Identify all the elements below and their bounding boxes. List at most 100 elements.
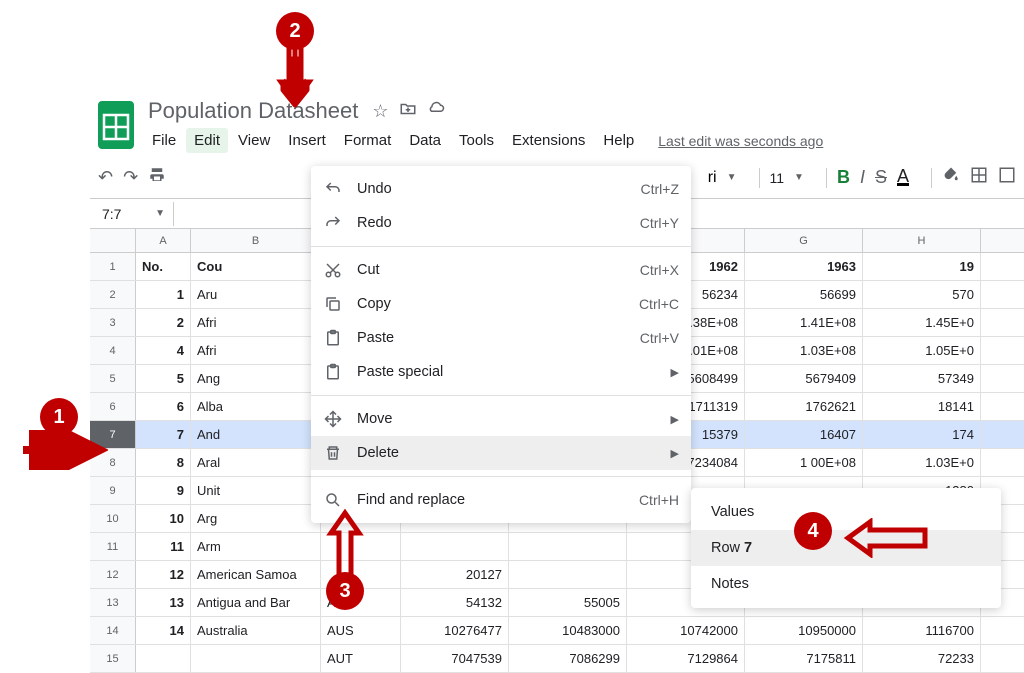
menu-insert[interactable]: Insert xyxy=(280,128,334,153)
menu-item-redo[interactable]: RedoCtrl+Y xyxy=(311,206,691,240)
cell[interactable] xyxy=(401,533,509,560)
font-dropdown[interactable]: ▼ xyxy=(727,172,737,183)
cell[interactable]: 10742000 xyxy=(627,617,745,644)
cell[interactable]: Aral xyxy=(191,449,321,476)
cell[interactable]: 14 xyxy=(136,617,191,644)
cell[interactable]: 55005 xyxy=(509,589,627,616)
cell[interactable]: 2 xyxy=(136,309,191,336)
sheets-logo[interactable] xyxy=(96,98,136,152)
borders-icon[interactable] xyxy=(970,166,988,189)
menu-edit[interactable]: Edit xyxy=(186,128,228,153)
cell[interactable]: 1.03E+08 xyxy=(745,337,863,364)
text-color-button[interactable]: A xyxy=(897,169,909,186)
cell[interactable]: 1762621 xyxy=(745,393,863,420)
cell[interactable]: 56699 xyxy=(745,281,863,308)
cell[interactable]: 9 xyxy=(136,477,191,504)
cell[interactable]: 72233 xyxy=(863,645,981,672)
cell[interactable]: 19 xyxy=(863,253,981,280)
cell[interactable]: No. xyxy=(136,253,191,280)
cloud-status-icon[interactable] xyxy=(427,100,445,123)
cell[interactable]: 5 xyxy=(136,365,191,392)
cell[interactable]: 1.03E+0 xyxy=(863,449,981,476)
cell[interactable]: 570 xyxy=(863,281,981,308)
menu-help[interactable]: Help xyxy=(595,128,642,153)
cell[interactable]: 1116700 xyxy=(863,617,981,644)
menu-item-move[interactable]: Move▶ xyxy=(311,402,691,436)
last-edit-link[interactable]: Last edit was seconds ago xyxy=(658,133,823,149)
menu-file[interactable]: File xyxy=(144,128,184,153)
cell[interactable]: Aru xyxy=(191,281,321,308)
cell[interactable]: 11 xyxy=(136,533,191,560)
cell[interactable] xyxy=(509,561,627,588)
cell[interactable]: 1.05E+0 xyxy=(863,337,981,364)
menu-item-find-and-replace[interactable]: Find and replaceCtrl+H xyxy=(311,483,691,517)
cell[interactable]: Arg xyxy=(191,505,321,532)
cell[interactable]: Afri xyxy=(191,309,321,336)
merge-icon[interactable] xyxy=(998,166,1016,189)
cell[interactable]: Antigua and Bar xyxy=(191,589,321,616)
cell[interactable] xyxy=(136,645,191,672)
cell[interactable]: Ang xyxy=(191,365,321,392)
menu-item-undo[interactable]: UndoCtrl+Z xyxy=(311,172,691,206)
star-icon[interactable]: ☆ xyxy=(372,101,388,122)
cell[interactable]: Australia xyxy=(191,617,321,644)
row-header-13[interactable]: 13 xyxy=(90,589,136,616)
row-header-5[interactable]: 5 xyxy=(90,365,136,392)
submenu-item-notes[interactable]: Notes xyxy=(691,566,1001,602)
cell[interactable]: 54132 xyxy=(401,589,509,616)
cell[interactable]: 8 xyxy=(136,449,191,476)
cell[interactable] xyxy=(509,533,627,560)
cell[interactable]: 57349 xyxy=(863,365,981,392)
cell[interactable]: Cou xyxy=(191,253,321,280)
row-header-9[interactable]: 9 xyxy=(90,477,136,504)
cell[interactable]: Alba xyxy=(191,393,321,420)
row-header-6[interactable]: 6 xyxy=(90,393,136,420)
cell[interactable]: 5679409 xyxy=(745,365,863,392)
col-header-B[interactable]: B xyxy=(191,229,321,252)
font-size[interactable]: 11 xyxy=(770,170,785,186)
cell[interactable]: 13 xyxy=(136,589,191,616)
doc-title[interactable]: Population Datasheet xyxy=(144,96,362,126)
cell[interactable]: 10276477 xyxy=(401,617,509,644)
cell[interactable]: 1963 xyxy=(745,253,863,280)
row-header-14[interactable]: 14 xyxy=(90,617,136,644)
cell[interactable]: 18141 xyxy=(863,393,981,420)
strikethrough-button[interactable]: S xyxy=(875,167,887,188)
cell[interactable]: 7175811 xyxy=(745,645,863,672)
cell[interactable]: 7129864 xyxy=(627,645,745,672)
row-header-10[interactable]: 10 xyxy=(90,505,136,532)
name-box[interactable]: 7:7 ▼ xyxy=(94,202,174,226)
cell[interactable]: Afri xyxy=(191,337,321,364)
cell[interactable]: 16407 xyxy=(745,421,863,448)
menu-item-cut[interactable]: CutCtrl+X xyxy=(311,253,691,287)
italic-button[interactable]: I xyxy=(860,167,865,188)
move-folder-icon[interactable] xyxy=(399,100,417,123)
cell[interactable]: Arm xyxy=(191,533,321,560)
cell[interactable]: 10950000 xyxy=(745,617,863,644)
cell[interactable]: AUS xyxy=(321,617,401,644)
cell[interactable]: 1.45E+0 xyxy=(863,309,981,336)
menu-item-paste-special[interactable]: Paste special▶ xyxy=(311,355,691,389)
cell[interactable]: 7 xyxy=(136,421,191,448)
menu-item-copy[interactable]: CopyCtrl+C xyxy=(311,287,691,321)
row-header-12[interactable]: 12 xyxy=(90,561,136,588)
col-header-A[interactable]: A xyxy=(136,229,191,252)
fill-color-icon[interactable] xyxy=(942,166,960,189)
bold-button[interactable]: B xyxy=(837,167,850,188)
cell[interactable]: 1 xyxy=(136,281,191,308)
cell[interactable]: And xyxy=(191,421,321,448)
print-icon[interactable] xyxy=(148,166,166,189)
cell[interactable]: 6 xyxy=(136,393,191,420)
cell[interactable]: 4 xyxy=(136,337,191,364)
row-header-1[interactable]: 1 xyxy=(90,253,136,280)
menu-data[interactable]: Data xyxy=(401,128,449,153)
cell[interactable]: 7086299 xyxy=(509,645,627,672)
menu-view[interactable]: View xyxy=(230,128,278,153)
cell[interactable]: 1 00E+08 xyxy=(745,449,863,476)
cell[interactable]: 10 xyxy=(136,505,191,532)
row-header-4[interactable]: 4 xyxy=(90,337,136,364)
row-header-11[interactable]: 11 xyxy=(90,533,136,560)
menu-format[interactable]: Format xyxy=(336,128,400,153)
menu-item-delete[interactable]: Delete▶ xyxy=(311,436,691,470)
cell[interactable]: AUT xyxy=(321,645,401,672)
